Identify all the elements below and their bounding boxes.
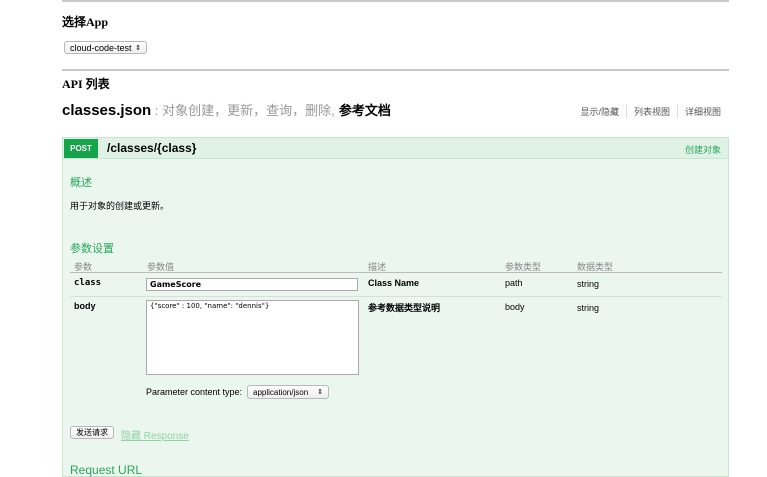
divider xyxy=(70,272,722,273)
param-name: body xyxy=(74,301,96,311)
class-input[interactable]: GameScore xyxy=(146,278,358,291)
doc-link[interactable]: 参考文档 xyxy=(339,103,391,118)
divider xyxy=(62,0,729,2)
resource-name[interactable]: classes.json xyxy=(62,102,151,119)
chevron-updown-icon: ⇕ xyxy=(317,389,323,396)
send-request-button[interactable]: 发送请求 xyxy=(70,426,114,439)
overview-heading: 概述 xyxy=(70,177,92,189)
param-desc-link[interactable]: 参考数据类型说明 xyxy=(368,301,440,314)
overview-text: 用于对象的创建或更新。 xyxy=(70,201,170,211)
content-type-label: Parameter content type: xyxy=(146,387,243,397)
select-app-heading: 选择App xyxy=(62,15,109,29)
body-textarea[interactable]: {"score" : 100, "name": "dennis"} xyxy=(146,300,359,375)
param-name: class xyxy=(74,278,102,288)
resource-desc: : 对象创建，更新，查询，删除, xyxy=(151,103,335,118)
content-type-select[interactable]: application/json ⇕ xyxy=(247,385,329,399)
operation-panel: POST /classes/{class} 创建对象 概述 用于对象的创建或更新… xyxy=(62,137,729,477)
param-type: path xyxy=(505,278,523,288)
resource-heading: classes.json : 对象创建，更新，查询，删除, 参考文档 xyxy=(62,100,391,119)
resource-actions: 显示/隐藏 列表视图 详细视图 xyxy=(573,105,721,118)
operation-path[interactable]: /classes/{class} xyxy=(107,141,196,155)
divider xyxy=(70,296,722,297)
chevron-updown-icon: ⇕ xyxy=(135,44,141,52)
param-type: body xyxy=(505,302,525,312)
hide-response-link[interactable]: 隐藏 Response xyxy=(121,427,189,442)
operation-header[interactable]: POST /classes/{class} 创建对象 xyxy=(63,138,728,159)
app-select-value: cloud-code-test xyxy=(70,42,132,53)
content-type-value: application/json xyxy=(253,387,309,397)
method-badge: POST xyxy=(64,139,98,158)
detail-view-link[interactable]: 详细视图 xyxy=(678,105,721,118)
operation-summary[interactable]: 创建对象 xyxy=(685,143,721,156)
list-view-link[interactable]: 列表视图 xyxy=(627,105,678,118)
request-url-heading: Request URL xyxy=(70,463,143,477)
api-list-heading: API 列表 xyxy=(62,77,110,91)
param-desc: Class Name xyxy=(368,278,420,288)
app-select[interactable]: cloud-code-test ⇕ xyxy=(64,41,147,54)
data-type: string xyxy=(577,303,600,313)
divider xyxy=(62,69,729,71)
toggle-link[interactable]: 显示/隐藏 xyxy=(573,105,627,118)
params-heading: 参数设置 xyxy=(70,243,114,255)
data-type: string xyxy=(577,279,600,289)
